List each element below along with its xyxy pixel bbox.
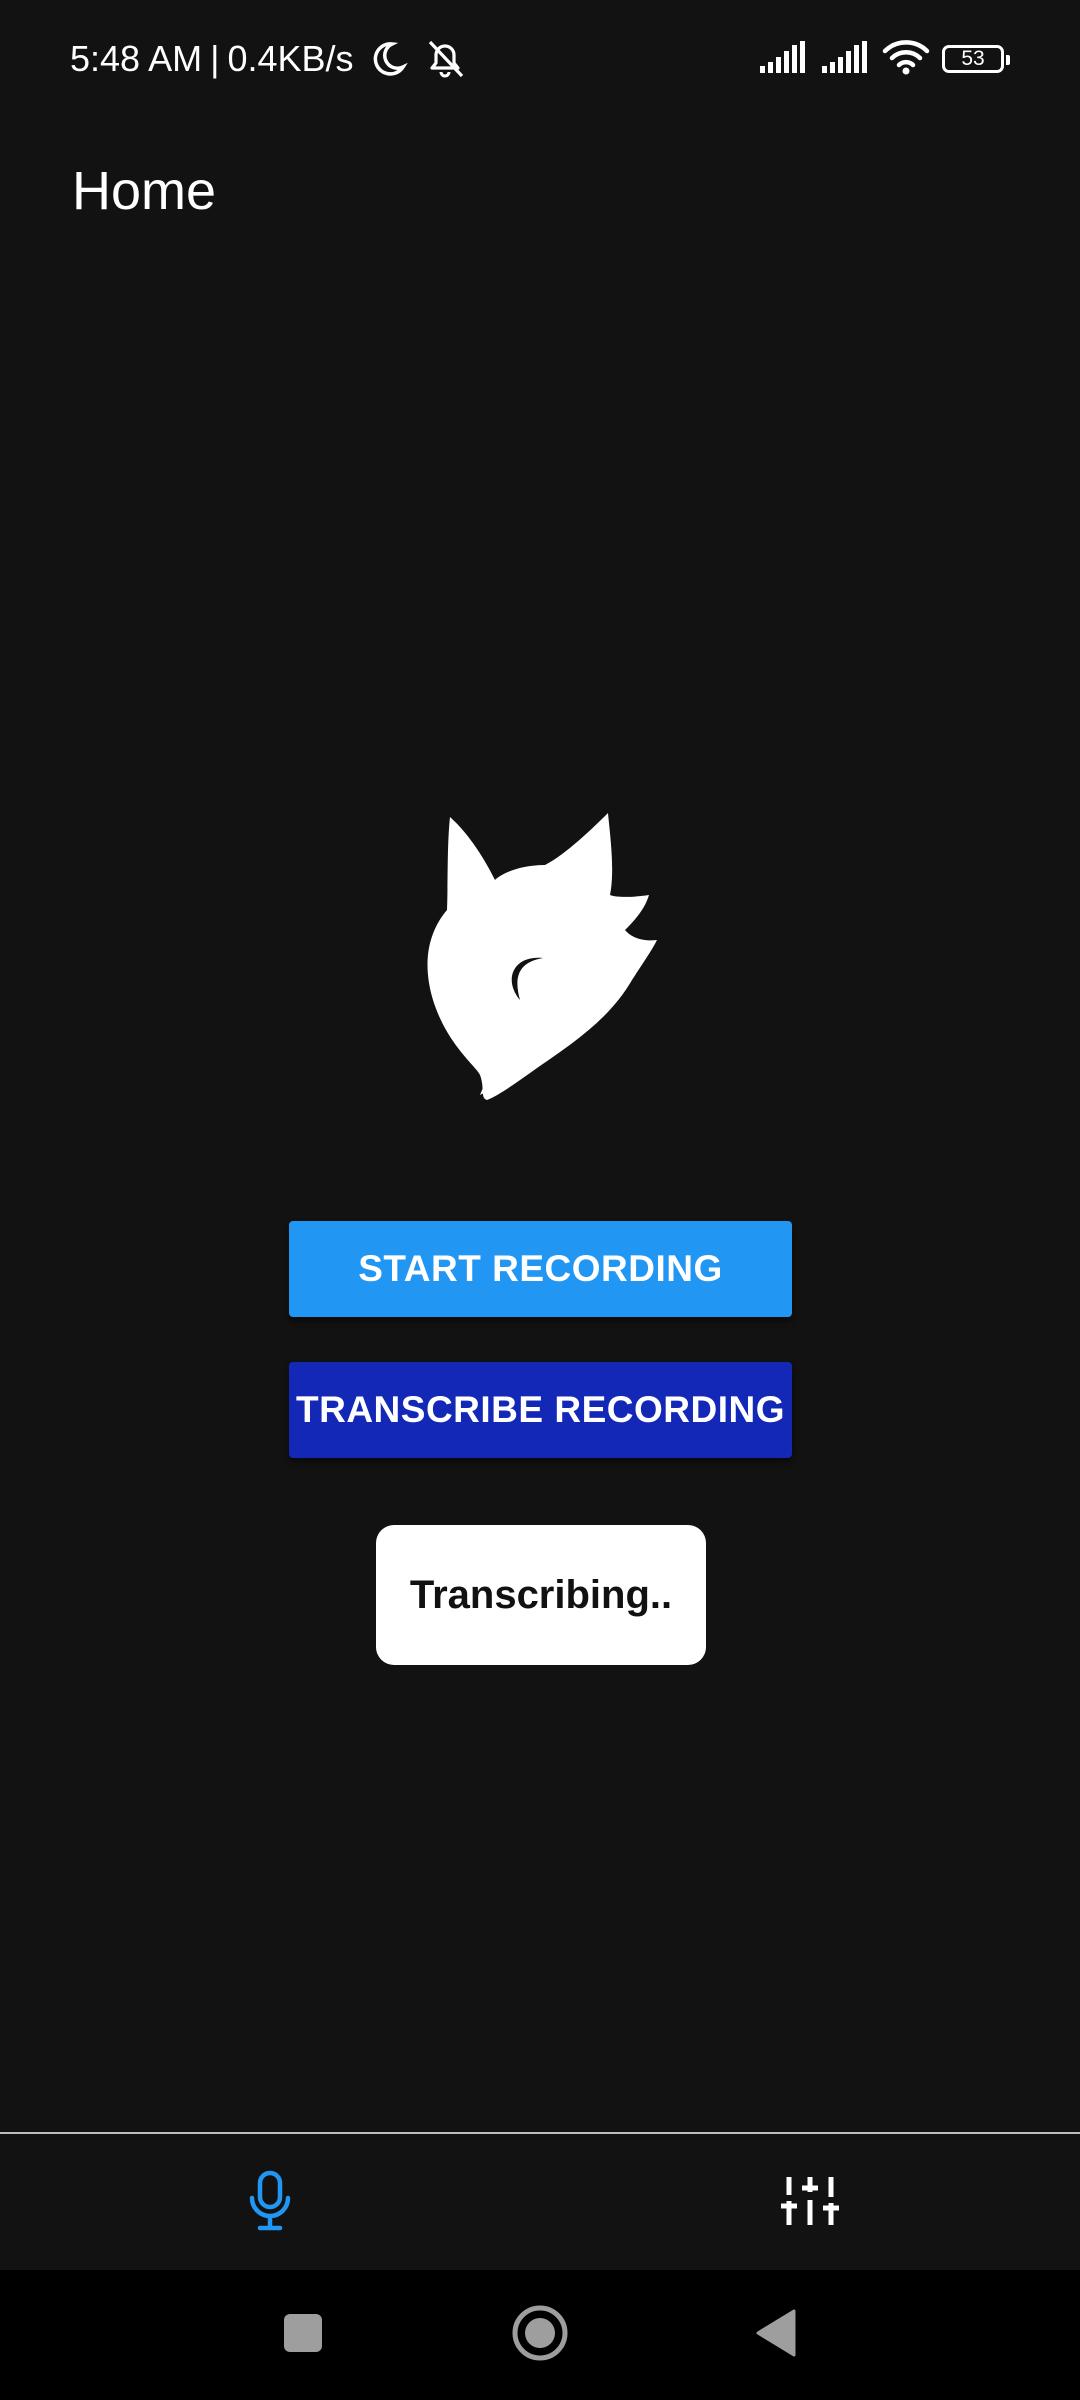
app-screen: 5:48 AM | 0.4KB/s 53 Home START RECORDIN…: [0, 0, 1080, 2400]
home-icon: [510, 2303, 570, 2368]
page-title: Home: [72, 161, 217, 221]
status-separator: |: [210, 38, 220, 79]
bottom-nav: [0, 2132, 1080, 2272]
signal-icon: [820, 40, 870, 79]
back-icon: [754, 2308, 798, 2363]
status-time: 5:48 AM: [70, 38, 203, 79]
nav-item-settings[interactable]: [540, 2134, 1080, 2272]
nav-item-record[interactable]: [0, 2134, 540, 2272]
start-recording-button[interactable]: START RECORDING: [289, 1221, 792, 1317]
recents-button[interactable]: [243, 2270, 363, 2400]
bell-off-icon: [422, 38, 468, 80]
status-left: 5:48 AM | 0.4KB/s: [70, 34, 468, 84]
signal-icon: [758, 40, 808, 79]
battery-level: 53: [961, 47, 985, 70]
home-button[interactable]: [480, 2270, 600, 2400]
moon-icon: [368, 39, 408, 79]
system-nav-bar: [0, 2270, 1080, 2400]
battery-icon: 53: [942, 45, 1010, 73]
toast-text: Transcribing..: [409, 1572, 673, 1617]
fox-logo-icon: [425, 810, 660, 1100]
microphone-icon: [248, 2170, 292, 2237]
recents-icon: [282, 2312, 324, 2359]
transcribing-toast: Transcribing..: [376, 1525, 706, 1665]
transcribe-recording-button[interactable]: TRANSCRIBE RECORDING: [289, 1362, 792, 1458]
back-button[interactable]: [716, 2270, 836, 2400]
status-right: 53: [758, 34, 1010, 84]
wifi-icon: [882, 38, 930, 81]
network-speed: 0.4KB/s: [227, 38, 354, 79]
status-bar: 5:48 AM | 0.4KB/s 53: [0, 0, 1080, 118]
sliders-icon: [781, 2175, 839, 2232]
